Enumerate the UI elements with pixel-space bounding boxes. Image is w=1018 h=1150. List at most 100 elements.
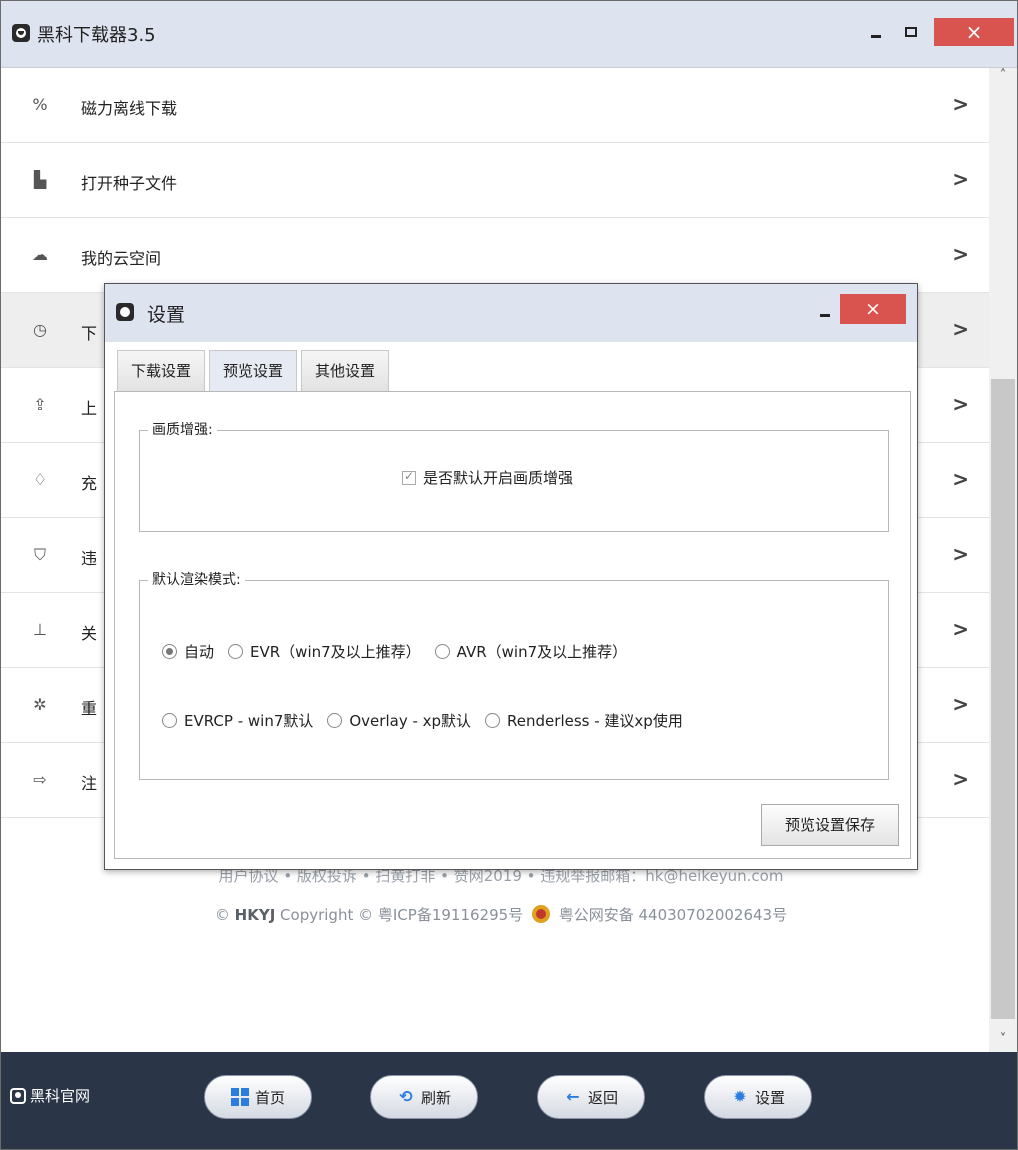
radio-label[interactable]: EVRCP - win7默认 <box>184 710 313 731</box>
menu-item-label: 关 <box>81 624 98 643</box>
dialog-minimize-button[interactable] <box>815 304 835 324</box>
window-title: 黑科下载器3.5 <box>37 25 156 46</box>
radio-overlay[interactable]: Overlay - xp默认 <box>327 710 471 731</box>
icp-number[interactable]: Copyright © 粤ICP备19116295号 <box>275 906 523 924</box>
menu-item-label: 充 <box>81 474 98 493</box>
tab-other-settings[interactable]: 其他设置 <box>301 350 390 391</box>
refresh-icon: ⟲ <box>399 1087 413 1106</box>
menu-item-label: 下 <box>81 324 98 343</box>
chevron-right-icon: > <box>952 467 969 491</box>
enhance-group: 画质增强: 是否默认开启画质增强 <box>139 419 889 532</box>
radio-auto[interactable]: 自动 <box>162 641 214 662</box>
chevron-right-icon: > <box>952 542 969 566</box>
gear-icon: ✲ <box>33 695 47 714</box>
scroll-up-arrow-icon[interactable]: ˄ <box>989 68 1017 88</box>
menu-item-label: 我的云空间 <box>81 249 162 268</box>
minimize-button[interactable] <box>861 18 891 46</box>
chevron-right-icon: > <box>952 317 969 341</box>
save-preview-settings-button[interactable]: 预览设置保存 <box>761 804 899 846</box>
brand-name: HKYJ <box>234 906 276 924</box>
grid-icon <box>230 1088 249 1106</box>
app-logo-icon <box>12 24 30 42</box>
radio-avr[interactable]: AVR（win7及以上推荐） <box>434 641 627 662</box>
menu-item-label: 违 <box>81 549 98 568</box>
vertical-scrollbar[interactable]: ˄ ˅ <box>989 68 1017 1052</box>
official-site-label: 黑科官网 <box>30 1087 91 1105</box>
render-mode-group: 默认渲染模式: 自动 EVR（win7及以上推荐） AVR（win7及以上推荐） <box>139 569 889 780</box>
menu-item-cloud[interactable]: ☁ 我的云空间 > <box>1 218 989 293</box>
scroll-down-arrow-icon[interactable]: ˅ <box>989 1032 1017 1052</box>
radio-button[interactable] <box>162 713 177 728</box>
copyright-prefix: © <box>214 906 235 924</box>
back-button[interactable]: ← 返回 <box>537 1075 645 1119</box>
dialog-title-bar[interactable]: 设置 × <box>105 284 917 342</box>
tab-download-settings[interactable]: 下载设置 <box>117 350 206 391</box>
enhance-group-legend: 画质增强: <box>148 419 217 439</box>
enhance-checkbox-row[interactable]: 是否默认开启画质增强 <box>402 467 573 488</box>
menu-item-label: 重 <box>81 699 98 718</box>
settings-dialog: 设置 × 下载设置 预览设置 其他设置 画质增强: 是否默认开启画质增强 默认渲… <box>104 283 918 870</box>
enhance-checkbox[interactable] <box>402 469 416 485</box>
radio-label[interactable]: 自动 <box>184 641 214 662</box>
clock-icon: ◷ <box>33 320 47 339</box>
shield-icon: ⛉ <box>33 545 46 564</box>
dialog-close-button[interactable]: × <box>840 294 906 324</box>
scroll-thumb[interactable] <box>991 379 1015 1019</box>
maximize-button[interactable] <box>896 18 926 46</box>
settings-tabs: 下载设置 预览设置 其他设置 <box>117 350 393 392</box>
radio-button[interactable] <box>327 713 343 728</box>
close-button[interactable]: × <box>934 18 1014 46</box>
title-bar[interactable]: 黑科下载器3.5 × <box>1 1 1017 68</box>
app-logo-icon <box>10 1087 26 1104</box>
menu-item-magnet[interactable]: % 磁力离线下载 > <box>1 68 989 143</box>
radio-label[interactable]: EVR（win7及以上推荐） <box>250 641 421 662</box>
radio-button[interactable] <box>228 644 244 659</box>
arrow-left-icon: ← <box>566 1087 580 1106</box>
back-button-label: 返回 <box>587 1088 618 1107</box>
radio-evrcp[interactable]: EVRCP - win7默认 <box>162 710 313 731</box>
home-button-label: 首页 <box>254 1088 285 1107</box>
menu-item-torrent[interactable]: ▙ 打开种子文件 > <box>1 143 989 218</box>
settings-button[interactable]: ✹ 设置 <box>704 1075 812 1119</box>
cloud-icon: ☁ <box>32 245 48 264</box>
menu-item-label: 磁力离线下载 <box>81 99 178 118</box>
chevron-right-icon: > <box>952 242 969 266</box>
link-icon: % <box>32 95 48 114</box>
radio-label[interactable]: AVR（win7及以上推荐） <box>457 641 627 662</box>
app-logo-icon <box>116 303 134 321</box>
render-mode-legend: 默认渲染模式: <box>148 569 245 589</box>
menu-item-label: 上 <box>81 399 98 418</box>
dialog-title: 设置 <box>147 304 186 326</box>
diamond-icon: ♢ <box>32 470 48 489</box>
logout-icon: ⇨ <box>33 770 47 789</box>
menu-item-label: 注 <box>81 774 98 793</box>
enhance-checkbox-label[interactable]: 是否默认开启画质增强 <box>423 467 573 488</box>
chevron-right-icon: > <box>952 392 969 416</box>
chevron-right-icon: > <box>952 617 969 641</box>
radio-button[interactable] <box>485 713 501 728</box>
police-record[interactable]: 粤公网安备 44030702002643号 <box>554 906 787 924</box>
app-window: 黑科下载器3.5 × % 磁力离线下载 > ▙ 打开种子文件 > ☁ 我的云空间… <box>0 0 1018 1150</box>
refresh-button[interactable]: ⟲ 刷新 <box>370 1075 478 1119</box>
radio-label[interactable]: Renderless - 建议xp使用 <box>507 710 683 731</box>
sitemap-icon: ⊥ <box>33 620 47 639</box>
bottom-toolbar: 黑科官网 首页 ⟲ 刷新 ← 返回 ✹ 设置 <box>1 1052 1017 1149</box>
render-mode-row-2: EVRCP - win7默认 Overlay - xp默认 Renderless… <box>162 710 697 731</box>
radio-label[interactable]: Overlay - xp默认 <box>349 710 471 731</box>
maximize-icon <box>905 27 917 37</box>
footer-copyright: © HKYJ Copyright © 粤ICP备19116295号 粤公网安备 … <box>121 904 881 925</box>
chevron-right-icon: > <box>952 767 969 791</box>
home-button[interactable]: 首页 <box>204 1075 312 1119</box>
official-site-link[interactable]: 黑科官网 <box>10 1085 90 1106</box>
file-icon: ▙ <box>33 170 47 189</box>
radio-button[interactable] <box>434 644 450 659</box>
tab-preview-settings[interactable]: 预览设置 <box>209 350 298 391</box>
police-badge-icon <box>531 905 550 923</box>
minimize-icon <box>820 314 830 317</box>
chevron-right-icon: > <box>952 92 969 116</box>
radio-button[interactable] <box>162 644 177 659</box>
settings-button-label: 设置 <box>754 1088 785 1107</box>
radio-renderless[interactable]: Renderless - 建议xp使用 <box>485 710 683 731</box>
radio-evr[interactable]: EVR（win7及以上推荐） <box>228 641 421 662</box>
gear-icon: ✹ <box>733 1087 747 1106</box>
